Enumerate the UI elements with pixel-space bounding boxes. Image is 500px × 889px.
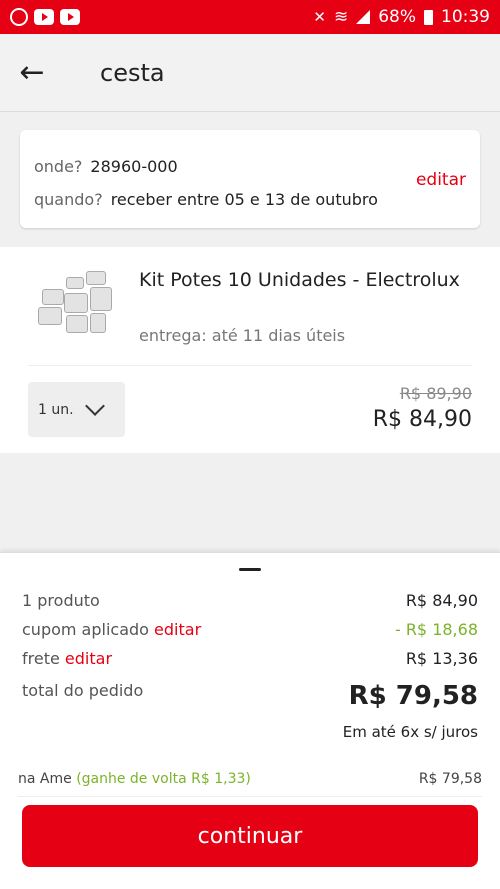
when-line: quando? receber entre 05 e 13 de outubro — [34, 183, 466, 216]
product-name[interactable]: Kit Potes 10 Unidades - Electrolux — [139, 265, 469, 295]
delivery-info-card: onde? 28960-000 quando? receber entre 05… — [20, 130, 480, 228]
current-price: R$ 84,90 — [372, 407, 472, 432]
shipping-value: R$ 13,36 — [405, 649, 478, 668]
whatsapp-icon — [10, 8, 28, 26]
where-label: onde? — [34, 157, 83, 176]
zip-code: 28960-000 — [90, 157, 178, 176]
delivery-window: receber entre 05 e 13 de outubro — [110, 190, 378, 209]
total-row: total do pedido R$ 79,58 — [22, 681, 478, 711]
original-price: R$ 89,90 — [399, 384, 472, 403]
continue-button[interactable]: continuar — [22, 805, 478, 867]
divider — [28, 365, 472, 366]
where-line: onde? 28960-000 — [34, 150, 466, 183]
cart-item: Kit Potes 10 Unidades - Electrolux entre… — [0, 247, 500, 453]
edit-coupon-link[interactable]: editar — [154, 620, 201, 639]
ame-row: na Ame (ganhe de volta R$ 1,33) R$ 79,58 — [18, 771, 482, 787]
clock: 10:39 — [441, 7, 490, 27]
ame-cashback: (ganhe de volta R$ 1,33) — [76, 771, 251, 787]
chevron-down-icon — [84, 395, 105, 416]
total-value: R$ 79,58 — [348, 681, 478, 711]
subtotal-label: 1 produto — [22, 591, 100, 610]
youtube-icon — [34, 9, 54, 25]
notification-icons — [10, 8, 80, 26]
divider — [18, 796, 482, 797]
quantity-selector[interactable]: 1 un. — [28, 382, 125, 437]
coupon-label: cupom aplicado — [22, 620, 149, 639]
subtotal-value: R$ 84,90 — [405, 591, 478, 610]
mute-icon: ✕ — [313, 8, 326, 26]
page-title: cesta — [100, 58, 165, 87]
coupon-discount: - R$ 18,68 — [394, 620, 478, 639]
wifi-icon: ≋ — [333, 7, 349, 27]
coupon-row: cupom aplicado editar - R$ 18,68 — [22, 620, 478, 639]
battery-percent: 68% — [378, 7, 416, 27]
installments-info: Em até 6x s/ juros — [342, 723, 478, 741]
total-label: total do pedido — [22, 681, 144, 700]
quantity-value: 1 un. — [38, 401, 74, 418]
edit-delivery-link[interactable]: editar — [416, 170, 466, 190]
status-bar: ✕ ≋ 68% 10:39 — [0, 0, 500, 34]
product-delivery-estimate: entrega: até 11 dias úteis — [139, 326, 346, 345]
signal-icon — [356, 10, 371, 24]
youtube-icon — [60, 9, 80, 25]
back-arrow-icon[interactable]: ← — [0, 34, 64, 112]
when-label: quando? — [34, 190, 103, 209]
app-bar: ← cesta — [0, 34, 500, 112]
product-image[interactable] — [38, 269, 114, 335]
shipping-label: frete — [22, 649, 60, 668]
sheet-handle[interactable] — [239, 568, 261, 571]
shipping-row: frete editar R$ 13,36 — [22, 649, 478, 668]
subtotal-row: 1 produto R$ 84,90 — [22, 591, 478, 610]
system-icons: ✕ ≋ 68% 10:39 — [313, 7, 490, 27]
ame-label: na Ame — [18, 771, 72, 787]
ame-value: R$ 79,58 — [418, 771, 482, 787]
battery-icon — [424, 9, 433, 25]
edit-shipping-link[interactable]: editar — [65, 649, 112, 668]
order-summary-sheet: 1 produto R$ 84,90 cupom aplicado editar… — [0, 552, 500, 889]
